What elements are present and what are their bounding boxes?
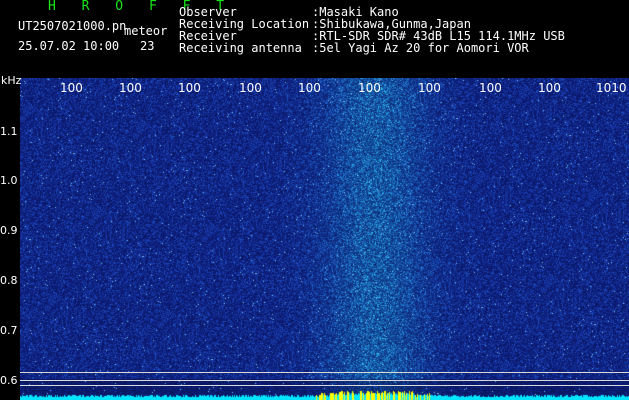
x-tick-label: 100 <box>239 81 262 95</box>
mode-label: meteor <box>124 24 168 38</box>
reference-line <box>20 385 629 386</box>
y-axis-unit: kHz <box>1 74 22 87</box>
x-tick-label: 1010 <box>596 81 627 95</box>
y-tick-label: 0.7 <box>0 324 18 337</box>
y-tick-label: 0.8 <box>0 274 18 287</box>
y-tick-label: 1.0 <box>0 174 18 187</box>
y-tick-label: 0.9 <box>0 224 18 237</box>
x-tick-label: 100 <box>178 81 201 95</box>
y-tick-label: 1.1 <box>0 125 18 138</box>
reference-line <box>20 380 629 381</box>
x-tick-label: 100 <box>60 81 83 95</box>
x-tick-label: 100 <box>298 81 321 95</box>
x-tick-label: 100 <box>538 81 561 95</box>
x-tick-label: 100 <box>479 81 502 95</box>
y-tick-label: 0.6 <box>0 374 18 387</box>
x-tick-label: 100 <box>418 81 441 95</box>
meteor-count: 23 <box>140 39 155 53</box>
y-axis: 1.1 1.0 0.9 0.8 0.7 0.6 <box>0 78 20 400</box>
spectrogram-plot <box>20 78 629 400</box>
antenna-value: :5el Yagi Az 20 for Aomori VOR <box>312 41 529 55</box>
x-tick-label: 100 <box>119 81 142 95</box>
antenna-label: Receiving antenna <box>179 41 302 55</box>
header-panel: H R O F F T UT2507021000.pn meteor 25.07… <box>0 0 629 78</box>
reference-line <box>20 372 629 373</box>
date-time: 25.07.02 10:00 <box>18 39 120 53</box>
spectrogram-canvas <box>20 78 629 400</box>
file-name: UT2507021000.pn <box>18 19 127 33</box>
x-tick-label: 100 <box>358 81 381 95</box>
